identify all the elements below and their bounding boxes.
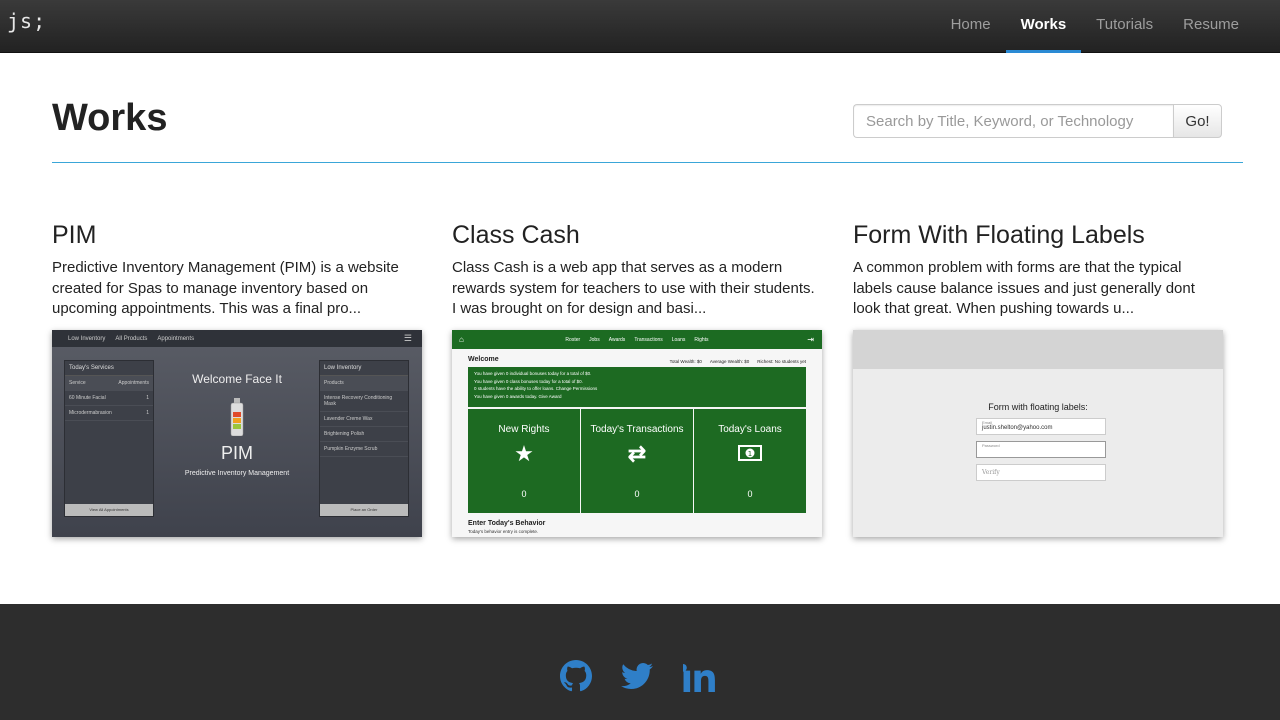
project-preview-image[interactable]: Low Inventory All Products Appointments …: [52, 330, 422, 537]
project-title[interactable]: Form With Floating Labels: [853, 220, 1223, 250]
panel-cell: 60 Minute Facial: [69, 395, 106, 401]
project-title[interactable]: PIM: [52, 220, 422, 250]
preview-tab: All Products: [115, 335, 148, 342]
home-icon: ⌂: [459, 335, 464, 344]
panel-cell: 1: [146, 410, 149, 416]
preview-topbar: ⌂ Roster Jobs Awards Transactions Loans …: [452, 330, 822, 349]
preview-tab: Low Inventory: [68, 335, 106, 342]
panel-row: Lavender Creme Wax: [320, 412, 408, 427]
tile-value: 0: [747, 489, 753, 499]
tile-value: 0: [634, 489, 640, 499]
bottle-icon: [230, 398, 244, 437]
preview-nav-item: Rights: [694, 336, 709, 343]
alert-line: You have given 0 class bonuses today for…: [474, 378, 583, 384]
alert-line: You have given 0 individual bonuses toda…: [474, 371, 592, 376]
panel-col: Appointments: [118, 380, 149, 386]
preview-nav-item: Awards: [608, 336, 626, 343]
page-title: Works: [52, 97, 168, 139]
project-card-floating-labels: Form With Floating Labels A common probl…: [853, 220, 1223, 537]
nav-menu: Home Works Tutorials Resume: [936, 0, 1254, 53]
preview-stats: Total Wealth: $0 Average Wealth: $0 Rich…: [670, 359, 806, 364]
preview-stat: Richest: No students yet: [757, 359, 806, 364]
preview-behavior-note: Today's behavior entry is complete.: [468, 529, 539, 534]
preview-stat: Average Wealth: $0: [709, 359, 750, 364]
preview-form-heading: Form with floating labels:: [988, 402, 1088, 412]
tile-label: Today's Loans: [718, 424, 782, 435]
preview-logo: PIM: [220, 443, 253, 463]
project-card-pim: PIM Predictive Inventory Management (PIM…: [52, 220, 422, 537]
panel-cell: Microdermabrasion: [69, 410, 112, 416]
project-title[interactable]: Class Cash: [452, 220, 822, 250]
preview-tile-new-rights: New Rights ★ 0: [468, 409, 580, 513]
star-icon: ★: [514, 441, 534, 466]
project-description: Class Cash is a web app that serves as a…: [452, 259, 815, 317]
preview-behavior-title: Enter Today's Behavior: [468, 520, 546, 527]
preview-nav-item: Loans: [671, 336, 686, 343]
preview-subtitle: Predictive Inventory Management: [184, 470, 290, 477]
panel-header: Low Inventory: [320, 361, 408, 376]
floating-label: Password: [982, 443, 1000, 448]
field-value: justin.shelton@yahoo.com: [982, 425, 1053, 431]
search-button[interactable]: Go!: [1173, 104, 1222, 138]
preview-header-bar: [853, 330, 1223, 369]
logout-icon: ⇥: [807, 335, 814, 344]
svg-text:1: 1: [748, 450, 752, 458]
preview-nav-item: Transactions: [634, 336, 663, 343]
panel-header: Today's Services: [65, 361, 153, 376]
preview-center: Welcome Face It PIM Predictive Inventory…: [172, 372, 302, 477]
panel-row: 60 Minute Facial 1: [65, 391, 153, 406]
money-icon: 1: [738, 445, 762, 461]
panel-row: Intense Recovery Conditioning Mask: [320, 391, 408, 412]
menu-icon: ☰: [403, 333, 412, 343]
nav-resume[interactable]: Resume: [1168, 0, 1254, 53]
preview-topbar: Low Inventory All Products Appointments …: [52, 330, 422, 347]
twitter-icon[interactable]: [621, 660, 653, 692]
preview-alert: You have given 0 individual bonuses toda…: [468, 367, 806, 407]
project-description: A common problem with forms are that the…: [853, 259, 1195, 317]
alert-line: You have given 0 awards today. Give Awar…: [474, 393, 562, 399]
preview-password-field: Password: [976, 441, 1106, 458]
alert-line: 0 students have the ability to offer loa…: [474, 386, 598, 391]
project-preview-image[interactable]: ⌂ Roster Jobs Awards Transactions Loans …: [452, 330, 822, 537]
linkedin-icon[interactable]: [683, 660, 715, 692]
github-icon[interactable]: [560, 660, 592, 692]
tile-value: 0: [521, 489, 527, 499]
search-input[interactable]: [853, 104, 1173, 138]
nav-home[interactable]: Home: [936, 0, 1006, 53]
panel-footer: View All Appointments: [65, 504, 153, 516]
preview-welcome: Welcome: [468, 356, 499, 363]
navbar: js; Home Works Tutorials Resume: [0, 0, 1280, 53]
brand-logo[interactable]: js;: [7, 9, 46, 33]
project-description: Predictive Inventory Management (PIM) is…: [52, 259, 399, 317]
preview-stat: Total Wealth: $0: [669, 359, 702, 364]
panel-footer: Place an Order: [320, 504, 408, 516]
preview-tab: Appointments: [157, 335, 195, 342]
panel-col: Service: [69, 380, 86, 386]
preview-tile-loans: Today's Loans 1 0: [694, 409, 806, 513]
nav-works[interactable]: Works: [1005, 0, 1082, 53]
tile-label: New Rights: [498, 424, 550, 435]
header-divider: [52, 162, 1243, 163]
tile-label: Today's Transactions: [590, 424, 684, 435]
preview-left-panel: Today's Services Service Appointments 60…: [64, 360, 154, 517]
project-card-class-cash: Class Cash Class Cash is a web app that …: [452, 220, 822, 537]
panel-row: Products: [320, 376, 408, 391]
preview-verify-field: Verify: [976, 464, 1106, 481]
exchange-icon: ⇄: [627, 441, 647, 466]
preview-email-field: Email justin.shelton@yahoo.com: [976, 418, 1106, 435]
panel-row: Service Appointments: [65, 376, 153, 391]
preview-tile-transactions: Today's Transactions ⇄ 0: [581, 409, 693, 513]
search-form: Go!: [853, 104, 1222, 138]
preview-nav-item: Jobs: [589, 336, 600, 343]
panel-row: Pumpkin Enzyme Scrub: [320, 442, 408, 457]
preview-welcome: Welcome Face It: [192, 372, 282, 386]
preview-right-panel: Low Inventory Products Intense Recovery …: [319, 360, 409, 517]
panel-cell: 1: [146, 395, 149, 401]
panel-row: Brightening Polish: [320, 427, 408, 442]
preview-nav-item: Roster: [565, 336, 581, 343]
panel-row: Microdermabrasion 1: [65, 406, 153, 421]
project-preview-image[interactable]: Form with floating labels: Email justin.…: [853, 330, 1223, 537]
nav-tutorials[interactable]: Tutorials: [1081, 0, 1168, 53]
